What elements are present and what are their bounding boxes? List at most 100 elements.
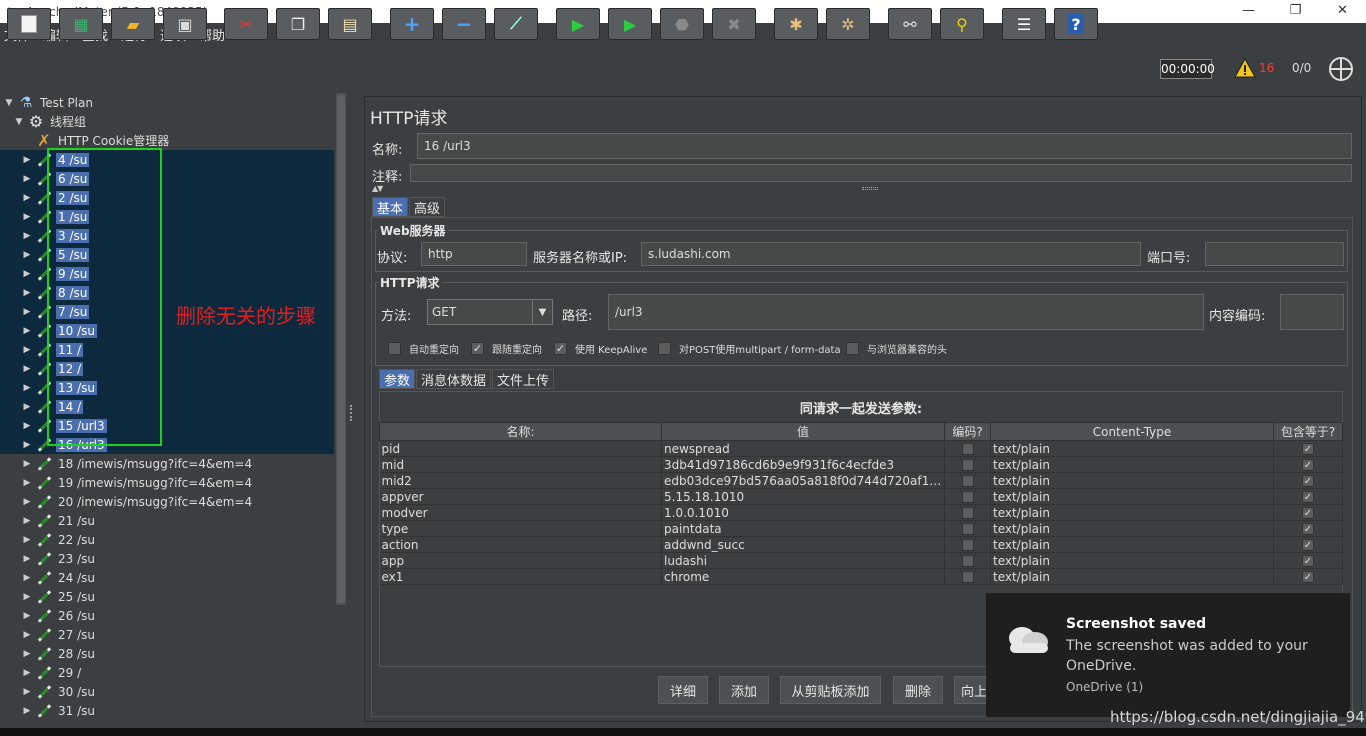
expand-toggle-icon[interactable]: ▶ bbox=[22, 687, 32, 697]
close-icon[interactable]: ✕ bbox=[1319, 0, 1366, 23]
clear-button[interactable]: ✱ bbox=[774, 8, 818, 40]
function-helper-button[interactable]: ☰ bbox=[1002, 8, 1046, 40]
tree-item-sampler[interactable]: ▶ 24 /su bbox=[0, 568, 334, 587]
expand-toggle-icon[interactable]: ▶ bbox=[22, 250, 32, 260]
open-button[interactable]: ▰ bbox=[111, 8, 155, 40]
param-value-cell[interactable]: ludashi bbox=[661, 552, 945, 569]
add-from-clipboard-button[interactable]: 从剪贴板添加 bbox=[780, 676, 881, 704]
param-name-cell[interactable]: action bbox=[379, 536, 662, 553]
param-include-equals-cell[interactable]: ✓ bbox=[1273, 472, 1343, 489]
param-include-equals-cell[interactable]: ✓ bbox=[1273, 488, 1343, 505]
expand-button[interactable]: + bbox=[390, 8, 434, 40]
encode-checkbox[interactable] bbox=[961, 539, 974, 551]
param-value-cell[interactable]: edb03dce97bd576aa05a818f0d744d720af1b3c1… bbox=[661, 472, 945, 489]
table-row[interactable]: app ludashi text/plain ✓ bbox=[379, 552, 1343, 569]
param-name-cell[interactable]: pid bbox=[379, 440, 662, 457]
expand-toggle-icon[interactable]: ▶ bbox=[22, 269, 32, 279]
path-input[interactable]: /url3 bbox=[608, 294, 1204, 330]
param-encode-cell[interactable] bbox=[944, 488, 991, 505]
encode-checkbox[interactable] bbox=[961, 507, 974, 519]
expand-toggle-icon[interactable]: ▶ bbox=[22, 345, 32, 355]
param-value-cell[interactable]: chrome bbox=[661, 568, 945, 585]
param-content-type-cell[interactable]: text/plain bbox=[990, 504, 1274, 521]
table-row[interactable]: type paintdata text/plain ✓ bbox=[379, 520, 1343, 537]
name-input[interactable]: 16 /url3 bbox=[417, 133, 1352, 159]
chevron-down-icon[interactable]: ▼ bbox=[532, 300, 552, 324]
expand-toggle-icon[interactable]: ▶ bbox=[22, 668, 32, 678]
expand-toggle-icon[interactable]: ▶ bbox=[22, 383, 32, 393]
encode-checkbox[interactable] bbox=[961, 459, 974, 471]
param-include-equals-cell[interactable]: ✓ bbox=[1273, 536, 1343, 553]
protocol-input[interactable]: http bbox=[421, 242, 527, 266]
param-name-cell[interactable]: app bbox=[379, 552, 662, 569]
tab-advanced[interactable]: 高级 bbox=[409, 197, 446, 217]
collapse-arrows-icon[interactable]: ▲▼ bbox=[372, 184, 383, 193]
include-equals-checkbox[interactable]: ✓ bbox=[1302, 539, 1314, 551]
tab-parameters[interactable]: 参数 bbox=[379, 369, 416, 389]
tree-item-sampler[interactable]: ▶ 31 /su bbox=[0, 701, 334, 720]
column-header-encode[interactable]: 编码? bbox=[944, 422, 991, 441]
delete-button[interactable]: 删除 bbox=[893, 676, 943, 704]
tree-item-sampler[interactable]: ▶ 26 /su bbox=[0, 606, 334, 625]
param-encode-cell[interactable] bbox=[944, 472, 991, 489]
detail-button[interactable]: 详细 bbox=[658, 676, 708, 704]
checkbox-box[interactable] bbox=[846, 342, 859, 355]
param-include-equals-cell[interactable]: ✓ bbox=[1273, 520, 1343, 537]
expand-toggle-icon[interactable]: ▶ bbox=[22, 516, 32, 526]
expand-toggle-icon[interactable]: ▶ bbox=[22, 440, 32, 450]
parameters-table[interactable]: 名称: 值 编码? Content-Type 包含等于? pid newsprea… bbox=[379, 422, 1343, 585]
expand-toggle-icon[interactable]: ▶ bbox=[22, 535, 32, 545]
expand-toggle-icon[interactable]: ▶ bbox=[22, 421, 32, 431]
copy-button[interactable]: ❐ bbox=[276, 8, 320, 40]
expand-toggle-icon[interactable]: ▶ bbox=[22, 155, 32, 165]
expand-toggle-icon[interactable]: ▶ bbox=[22, 193, 32, 203]
expand-toggle-icon[interactable]: ▶ bbox=[22, 630, 32, 640]
encode-checkbox[interactable] bbox=[961, 523, 974, 535]
new-button[interactable] bbox=[7, 8, 51, 40]
table-row[interactable]: ex1 chrome text/plain ✓ bbox=[379, 568, 1343, 585]
help-button[interactable]: ? bbox=[1054, 8, 1098, 40]
remote-globe-icon[interactable] bbox=[1329, 57, 1353, 81]
expand-toggle-icon[interactable]: ▶ bbox=[22, 649, 32, 659]
multipart-checkbox[interactable]: 对POST使用multipart / form-data bbox=[658, 341, 841, 356]
minimize-icon[interactable]: — bbox=[1225, 0, 1272, 23]
param-content-type-cell[interactable]: text/plain bbox=[990, 520, 1274, 537]
param-encode-cell[interactable] bbox=[944, 456, 991, 473]
templates-button[interactable]: ▦ bbox=[59, 8, 103, 40]
restore-icon[interactable]: ❐ bbox=[1272, 0, 1319, 23]
warning-icon[interactable] bbox=[1234, 58, 1256, 78]
expand-toggle-icon[interactable]: ▶ bbox=[22, 459, 32, 469]
tree-item-sampler[interactable]: ▶ 19 /imewis/msugg?ifc=4&em=4 bbox=[0, 473, 334, 492]
expand-toggle-icon[interactable]: ▶ bbox=[22, 212, 32, 222]
divider-grip[interactable] bbox=[350, 405, 354, 421]
tree-item-sampler[interactable]: ▶ 28 /su bbox=[0, 644, 334, 663]
expand-toggle-icon[interactable]: ▶ bbox=[22, 288, 32, 298]
table-row[interactable]: action addwnd_succ text/plain ✓ bbox=[379, 536, 1343, 553]
start-button[interactable]: ▶ bbox=[556, 8, 600, 40]
include-equals-checkbox[interactable]: ✓ bbox=[1302, 459, 1314, 471]
include-equals-checkbox[interactable]: ✓ bbox=[1302, 443, 1314, 455]
param-content-type-cell[interactable]: text/plain bbox=[990, 472, 1274, 489]
encoding-input[interactable] bbox=[1280, 294, 1344, 330]
param-include-equals-cell[interactable]: ✓ bbox=[1273, 552, 1343, 569]
checkmark-icon[interactable]: ✓ bbox=[554, 342, 567, 355]
param-name-cell[interactable]: appver bbox=[379, 488, 662, 505]
expand-toggle-icon[interactable]: ▶ bbox=[22, 497, 32, 507]
expand-toggle-icon[interactable]: ▶ bbox=[22, 307, 32, 317]
expand-toggle-icon[interactable]: ▶ bbox=[22, 231, 32, 241]
tree-item-sampler[interactable]: ▶ 29 / bbox=[0, 663, 334, 682]
include-equals-checkbox[interactable]: ✓ bbox=[1302, 507, 1314, 519]
expand-toggle-icon[interactable]: ▶ bbox=[22, 573, 32, 583]
expand-toggle-icon[interactable]: ▼ bbox=[14, 117, 24, 127]
param-encode-cell[interactable] bbox=[944, 520, 991, 537]
table-row[interactable]: modver 1.0.0.1010 text/plain ✓ bbox=[379, 504, 1343, 521]
split-divider[interactable] bbox=[346, 93, 360, 730]
expand-toggle-icon[interactable]: ▶ bbox=[22, 592, 32, 602]
tree-item-sampler[interactable]: ▶ 27 /su bbox=[0, 625, 334, 644]
param-encode-cell[interactable] bbox=[944, 568, 991, 585]
column-header-value[interactable]: 值 bbox=[661, 422, 945, 441]
table-row[interactable]: mid 3db41d97186cd6b9e9f931f6c4ecfde3 text/… bbox=[379, 456, 1343, 473]
expand-toggle-icon[interactable]: ▶ bbox=[22, 706, 32, 716]
paste-button[interactable]: ▤ bbox=[328, 8, 372, 40]
search-button[interactable]: ⚯ bbox=[888, 8, 932, 40]
